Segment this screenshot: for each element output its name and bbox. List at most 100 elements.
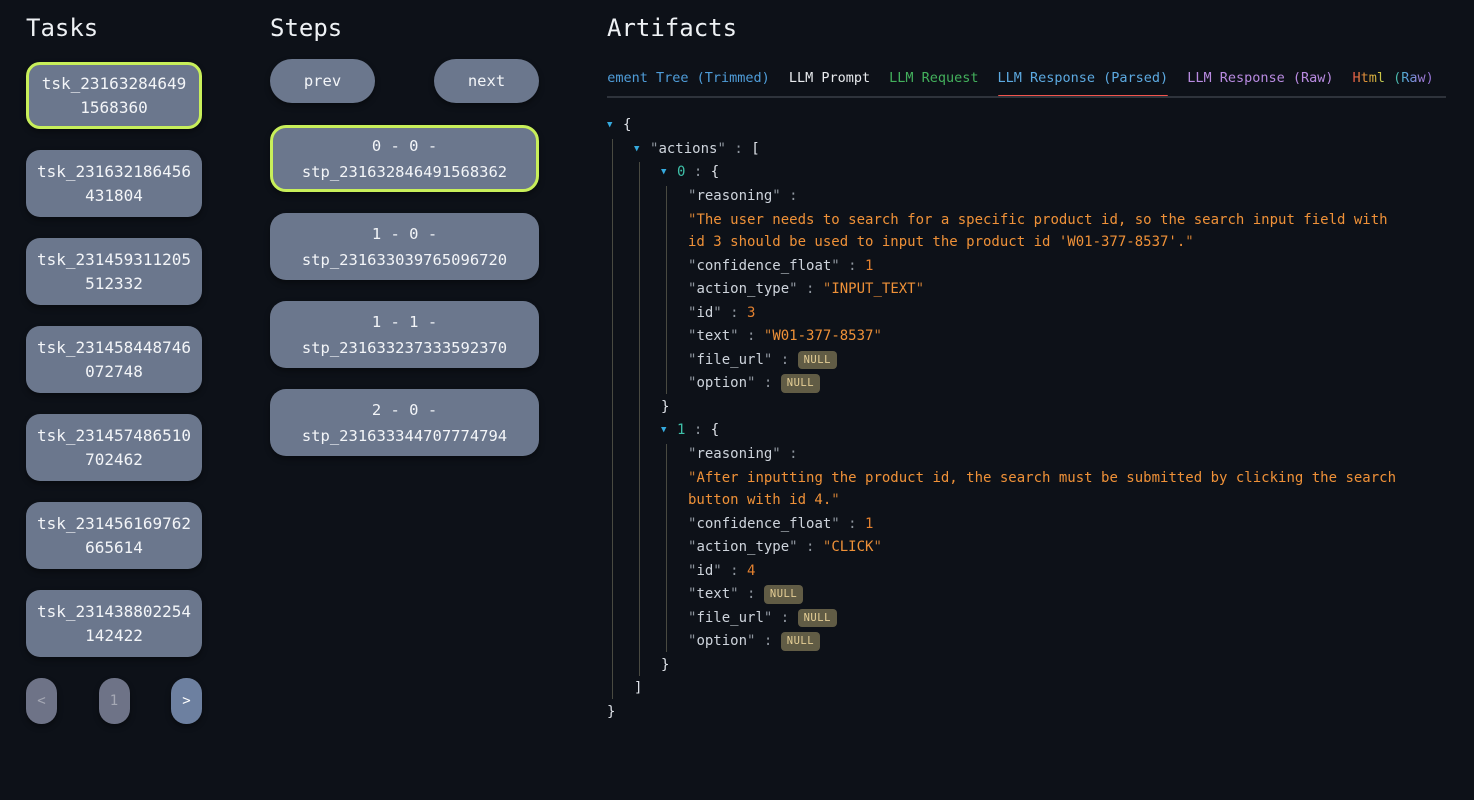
steps-nav: prev next bbox=[270, 59, 539, 103]
json-quote: " bbox=[831, 258, 839, 274]
json-bracket: { bbox=[623, 117, 631, 133]
json-key: id bbox=[696, 563, 713, 579]
json-quote: " bbox=[1185, 234, 1193, 250]
step-id-label: 1 - 0 - stp_231633039765096720 bbox=[282, 221, 527, 273]
json-prop-text: "text" : "W01-377-8537" bbox=[667, 326, 1446, 347]
json-colon: : bbox=[755, 375, 780, 391]
step-id-label: 0 - 0 - stp_231632846491568362 bbox=[285, 133, 524, 185]
tasks-list: tsk_231632846491568360 tsk_23163218645643… bbox=[26, 62, 202, 657]
json-node-0: ▼0 : { bbox=[640, 162, 1446, 183]
json-colon: : bbox=[840, 258, 865, 274]
task-id-label: tsk_231458448746072748 bbox=[35, 336, 193, 384]
json-colon: : bbox=[685, 422, 710, 438]
collapse-arrow-icon[interactable]: ▼ bbox=[607, 115, 623, 136]
json-close-row: } bbox=[607, 702, 1446, 723]
json-string-value: INPUT_TEXT bbox=[831, 281, 915, 297]
json-number-value: 3 bbox=[747, 305, 755, 321]
step-id-label: 2 - 0 - stp_231633344707774794 bbox=[282, 397, 527, 449]
json-bracket: } bbox=[661, 657, 669, 673]
json-key: id bbox=[696, 305, 713, 321]
json-children-block: "reasoning" : "The user needs to search … bbox=[666, 186, 1446, 395]
json-prop-reasoning: "reasoning" : bbox=[667, 186, 1446, 207]
json-close-row: ] bbox=[613, 678, 1446, 699]
steps-prev-button[interactable]: prev bbox=[270, 59, 375, 103]
json-prop-id: "id" : 4 bbox=[667, 561, 1446, 582]
tab-html-raw[interactable]: Html (Raw) bbox=[1353, 69, 1434, 96]
tasks-title: Tasks bbox=[26, 14, 202, 42]
json-quote: " bbox=[713, 305, 721, 321]
json-prop-file_url: "file_url" : NULL bbox=[667, 608, 1446, 629]
json-colon: : bbox=[781, 188, 798, 204]
json-prop-confidence_float: "confidence_float" : 1 bbox=[667, 514, 1446, 535]
json-prop-confidence_float: "confidence_float" : 1 bbox=[667, 256, 1446, 277]
step-button[interactable]: 0 - 0 - stp_231632846491568362 bbox=[270, 125, 539, 192]
task-id-label: tsk_231632186456431804 bbox=[35, 160, 193, 208]
json-quote: " bbox=[916, 281, 924, 297]
json-colon: : bbox=[840, 516, 865, 532]
collapse-arrow-icon[interactable]: ▼ bbox=[661, 162, 677, 183]
json-bracket: ] bbox=[634, 680, 642, 696]
step-button[interactable]: 2 - 0 - stp_231633344707774794 bbox=[270, 389, 539, 456]
tab-llm-request[interactable]: LLM Request bbox=[889, 69, 978, 96]
task-button[interactable]: tsk_231456169762665614 bbox=[26, 502, 202, 569]
task-button[interactable]: tsk_231632186456431804 bbox=[26, 150, 202, 217]
json-string-value: "The user needs to search for a specific… bbox=[667, 209, 1398, 253]
tab-llm-response-parsed[interactable]: LLM Response (Parsed) bbox=[998, 69, 1169, 96]
json-prop-reasoning: "reasoning" : bbox=[667, 444, 1446, 465]
json-colon: : bbox=[781, 446, 798, 462]
task-id-label: tsk_231459311205512332 bbox=[35, 248, 193, 296]
json-quote: " bbox=[789, 539, 797, 555]
json-quote: " bbox=[873, 328, 881, 344]
json-bracket: } bbox=[661, 399, 669, 415]
task-button[interactable]: tsk_231438802254142422 bbox=[26, 590, 202, 657]
json-quote: " bbox=[831, 516, 839, 532]
task-button[interactable]: tsk_231459311205512332 bbox=[26, 238, 202, 305]
task-button[interactable]: tsk_231632846491568360 bbox=[26, 62, 202, 129]
json-colon: : bbox=[772, 610, 797, 626]
step-button[interactable]: 1 - 1 - stp_231633237333592370 bbox=[270, 301, 539, 368]
json-number-value: 4 bbox=[747, 563, 755, 579]
task-id-label: tsk_231632846491568360 bbox=[38, 72, 190, 120]
tasks-pagination: < 1 > bbox=[26, 678, 202, 724]
artifacts-title: Artifacts bbox=[607, 14, 1446, 42]
pagination-next-button[interactable]: > bbox=[171, 678, 202, 724]
json-bracket: [ bbox=[751, 141, 759, 157]
json-key: text bbox=[696, 586, 730, 602]
json-key: option bbox=[696, 633, 747, 649]
json-key: option bbox=[696, 375, 747, 391]
json-bracket: } bbox=[607, 704, 615, 720]
json-prop-text: "text" : NULL bbox=[667, 584, 1446, 605]
steps-next-button[interactable]: next bbox=[434, 59, 539, 103]
pagination-prev-button[interactable]: < bbox=[26, 678, 57, 724]
json-children-block: ▼"actions" : [▼0 : {"reasoning" : "The u… bbox=[612, 139, 1446, 700]
collapse-arrow-icon[interactable]: ▼ bbox=[634, 139, 650, 160]
json-node-actions: ▼"actions" : [ bbox=[613, 139, 1446, 160]
collapse-arrow-icon[interactable]: ▼ bbox=[661, 420, 677, 441]
json-quote: " bbox=[772, 446, 780, 462]
json-prop-option: "option" : NULL bbox=[667, 631, 1446, 652]
step-button[interactable]: 1 - 0 - stp_231633039765096720 bbox=[270, 213, 539, 280]
task-button[interactable]: tsk_231457486510702462 bbox=[26, 414, 202, 481]
tab-llm-response-raw[interactable]: LLM Response (Raw) bbox=[1187, 69, 1333, 96]
json-viewer: ▼{▼"actions" : [▼0 : {"reasoning" : "The… bbox=[607, 115, 1446, 723]
tab-element-tree-trimmed[interactable]: Element Tree (Trimmed) bbox=[607, 69, 770, 96]
artifacts-panel: Artifacts Element Tree (Trimmed) LLM Prom… bbox=[607, 14, 1446, 725]
json-string-value: CLICK bbox=[831, 539, 873, 555]
json-quote: " bbox=[873, 539, 881, 555]
json-quote: " bbox=[730, 328, 738, 344]
tab-llm-prompt[interactable]: LLM Prompt bbox=[789, 69, 870, 96]
json-number-value: 1 bbox=[865, 258, 873, 274]
json-bracket: { bbox=[711, 164, 719, 180]
json-colon: : bbox=[772, 352, 797, 368]
task-button[interactable]: tsk_231458448746072748 bbox=[26, 326, 202, 393]
json-key: actions bbox=[658, 141, 717, 157]
pagination-page-button[interactable]: 1 bbox=[99, 678, 130, 724]
step-id-label: 1 - 1 - stp_231633237333592370 bbox=[282, 309, 527, 361]
json-key: text bbox=[696, 328, 730, 344]
null-badge: NULL bbox=[798, 609, 837, 628]
json-quote: " bbox=[688, 470, 696, 486]
json-quote: " bbox=[789, 281, 797, 297]
json-colon: : bbox=[739, 586, 764, 602]
json-key: reasoning bbox=[696, 446, 772, 462]
json-key: file_url bbox=[696, 610, 763, 626]
